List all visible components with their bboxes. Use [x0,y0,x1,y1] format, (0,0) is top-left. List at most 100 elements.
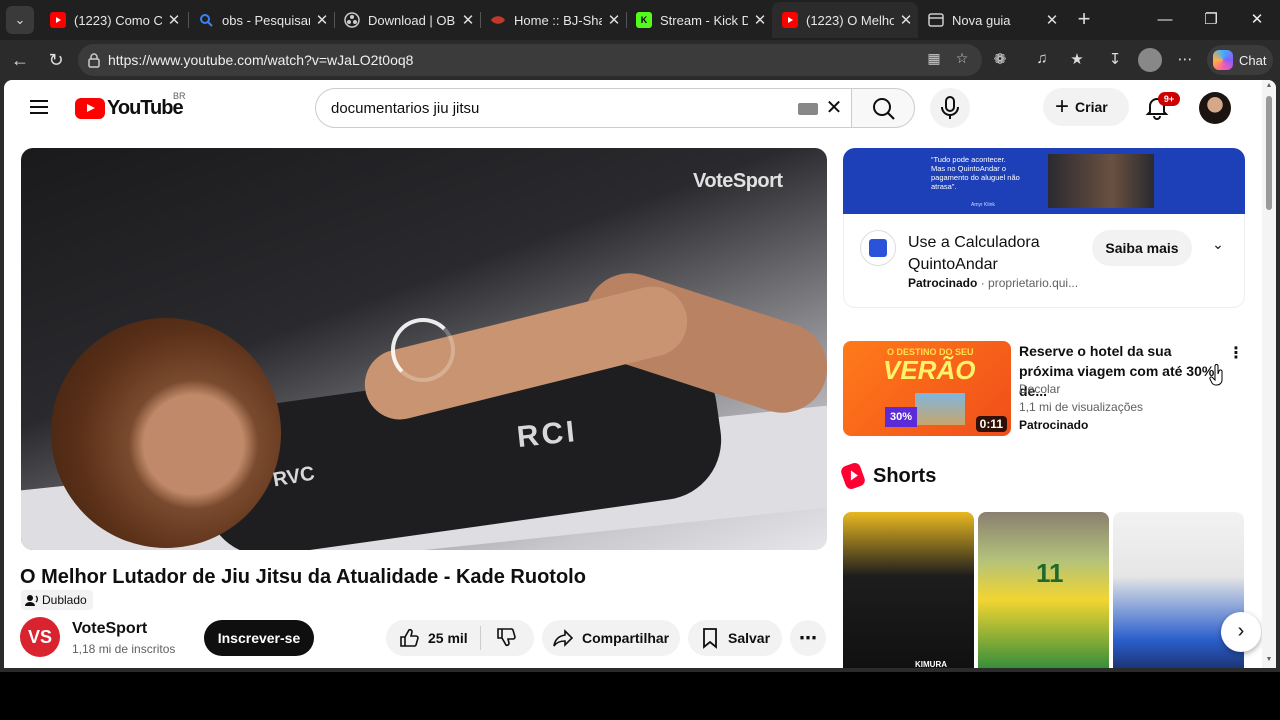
tab-title: Download | OBS [368,12,456,28]
thumbs-down-icon [497,627,516,646]
ad-title[interactable]: Use a Calculadora QuintoAndar [908,232,1078,276]
tab-bing-search[interactable]: obs - Pesquisar ✕ [188,2,334,38]
back-arrow-icon[interactable]: ← [6,46,34,74]
obs-icon [344,12,360,28]
window-close-icon[interactable]: ✕ [1242,6,1272,34]
create-label: Criar [1075,99,1108,115]
address-bar[interactable]: https://www.youtube.com/watch?v=wJaLO2t0… [78,44,982,76]
search-button[interactable] [851,88,915,128]
video-player[interactable]: RCI RVC VoteSport [21,148,827,550]
voice-search-button[interactable] [930,88,970,128]
close-icon[interactable]: ✕ [456,11,480,29]
close-icon[interactable]: ✕ [748,11,772,29]
tab-youtube-active[interactable]: (1223) O Melhor ✕ [772,2,918,38]
copilot-icon [1213,50,1233,70]
promo-thumbnail[interactable]: O DESTINO DO SEU VERÃO 30% 0:11 [843,341,1011,436]
ad-banner-quote: “Tudo pode acontecer. Mas no QuintoAndar… [931,155,1020,191]
close-icon[interactable]: ✕ [162,11,186,29]
tab-kick-stream[interactable]: K Stream - Kick Da ✕ [626,2,772,38]
tab-new-tab[interactable]: Nova guia ✕ [918,2,1064,38]
bj-share-icon [490,12,506,28]
clear-search-icon[interactable]: ✕ [822,96,846,120]
chevron-right-icon[interactable]: › [1221,612,1261,652]
downloads-icon[interactable]: ↧ [1104,50,1126,72]
notifications-button[interactable]: 9+ [1144,92,1180,120]
keyboard-icon[interactable] [798,103,818,115]
youtube-logo[interactable]: YouTube BR [75,91,186,120]
search-input[interactable]: documentarios jiu jitsu ✕ [315,88,853,128]
dubbed-label: Dublado [42,593,87,607]
scrollbar-thumb[interactable] [1266,96,1272,210]
short-item[interactable] [1113,512,1244,668]
account-avatar[interactable] [1199,92,1231,124]
scroll-down-arrow-icon[interactable]: ▼ [1265,656,1273,663]
ad-banner-image[interactable]: “Tudo pode acontecer. Mas no QuintoAndar… [843,148,1245,214]
new-tab-plus-icon[interactable]: + [1072,8,1096,32]
search-icon [198,12,214,28]
search-query: documentarios jiu jitsu [331,100,480,117]
copilot-chat-button[interactable]: Chat [1207,45,1273,75]
media-icon[interactable]: ♫ [1031,50,1053,72]
tab-strip: ⌄ (1223) Como Cor ✕ obs - Pesquisar ✕ Do… [0,0,1280,40]
close-icon[interactable]: ✕ [894,11,918,29]
ad-banner-signature: Amyr Klink [971,202,995,208]
plus-icon: + [1055,93,1070,120]
scroll-up-arrow-icon[interactable]: ▲ [1265,82,1273,89]
minimize-icon[interactable]: — [1150,6,1180,34]
youtube-wordmark: YouTube [107,97,184,119]
microphone-icon [941,96,959,119]
learn-more-button[interactable]: Saiba mais [1092,230,1192,266]
close-icon[interactable]: ✕ [1040,11,1064,29]
site-info-icon[interactable] [86,52,102,68]
loading-spinner-icon [391,318,455,382]
extensions-icon[interactable]: ❁ [989,50,1011,72]
favorite-star-icon[interactable]: ☆ [952,50,972,70]
like-button[interactable]: 25 mil [386,627,480,649]
tab-title: Nova guia [952,12,1011,28]
share-button[interactable]: Compartilhar [542,620,680,656]
dislike-button[interactable] [481,626,517,651]
ad-card[interactable]: Use a Calculadora QuintoAndar Patrocinad… [843,214,1245,308]
guide-menu-icon[interactable] [30,100,50,114]
chat-label: Chat [1239,52,1267,68]
share-icon [553,629,574,647]
chevron-down-icon[interactable]: ⌄ [1206,236,1230,260]
youtube-page: YouTube BR documentarios jiu jitsu ✕ + C… [4,80,1276,668]
favorites-icon[interactable]: ★ [1066,50,1088,72]
tab-youtube-1[interactable]: (1223) Como Cor ✕ [40,2,186,38]
subscribe-button[interactable]: Inscrever-se [204,620,314,656]
short-item[interactable]: KIMURA [843,512,974,668]
channel-name[interactable]: VoteSport [72,620,147,638]
bookmark-icon [703,628,717,649]
like-dislike-group: 25 mil [386,620,534,656]
close-icon[interactable]: ✕ [310,11,334,29]
dubbed-badge: Dublado [21,590,93,610]
shorts-header: Shorts [839,461,936,491]
youtube-play-icon [75,98,105,119]
channel-avatar[interactable]: VS [20,617,60,657]
short-item[interactable]: 11 [978,512,1109,668]
more-menu-icon[interactable]: ⋯ [1174,50,1196,72]
apps-icon[interactable]: ▦ [924,50,944,70]
close-icon[interactable]: ✕ [602,11,626,29]
thumbs-up-icon [400,628,419,647]
tab-actions-menu-icon[interactable]: ⌄ [6,6,34,34]
more-actions-icon[interactable]: ⋯ [790,620,826,656]
tab-title: Stream - Kick Da [660,12,748,28]
region-code: BR [173,91,186,101]
tab-bj-share[interactable]: Home :: BJ-Share ✕ [480,2,626,38]
like-count: 25 mil [428,630,468,646]
new-tab-icon [928,12,944,28]
refresh-icon[interactable]: ↻ [42,46,70,74]
search-icon [873,98,895,120]
quintoandar-logo-icon [860,230,896,266]
tab-title: obs - Pesquisar [222,12,310,28]
save-button[interactable]: Salvar [688,620,782,656]
tab-obs-download[interactable]: Download | OBS ✕ [334,2,480,38]
profile-icon[interactable] [1138,48,1162,72]
promo-views: 1,1 mi de visualizações [1019,400,1144,414]
create-button[interactable]: + Criar [1043,88,1129,126]
more-vert-icon[interactable]: ⋮ [1226,344,1246,364]
restore-icon[interactable]: ❐ [1196,6,1226,34]
page-scrollbar[interactable]: ▲ ▼ [1262,80,1276,668]
